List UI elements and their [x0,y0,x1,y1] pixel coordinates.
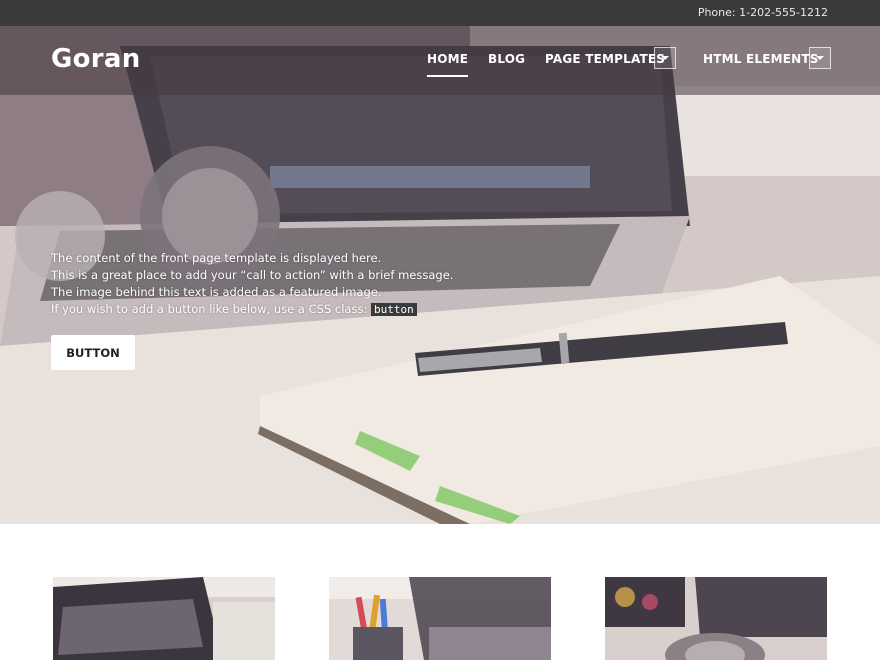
hero-text: The content of the front page template i… [51,250,471,318]
post-thumbnail-3[interactable] [605,577,827,660]
chevron-down-icon [816,56,824,60]
thumbnail-image [329,577,551,660]
hero-line: The content of the front page template i… [51,251,382,265]
site-header: Goran HOME BLOG PAGE TEMPLATES HTML ELEM… [0,26,880,95]
nav-item-page-templates[interactable]: PAGE TEMPLATES [545,52,665,66]
code-snippet: button [370,303,417,316]
hero-line: The image behind this text is added as a… [51,285,382,299]
page-templates-dropdown-button[interactable] [654,47,676,69]
html-elements-dropdown-button[interactable] [809,47,831,69]
top-bar: Phone: 1-202-555-1212 [0,0,880,26]
nav-item-html-elements[interactable]: HTML ELEMENTS [703,52,819,66]
hero-line: This is a great place to add your “call … [51,268,454,282]
phone-number: Phone: 1-202-555-1212 [697,6,828,19]
chevron-down-icon [661,56,669,60]
hero-line-text: If you wish to add a button like below, … [51,302,371,316]
nav-item-home[interactable]: HOME [427,52,469,77]
cta-button[interactable]: BUTTON [51,335,135,370]
post-thumbnail-1[interactable] [53,577,275,660]
site-logo[interactable]: Goran [51,44,141,74]
nav-item-blog[interactable]: BLOG [488,52,525,66]
thumbnail-image [605,577,827,660]
post-thumbnail-2[interactable] [329,577,551,660]
thumbnail-image [53,577,275,660]
hero-line: If you wish to add a button like below, … [51,301,471,318]
